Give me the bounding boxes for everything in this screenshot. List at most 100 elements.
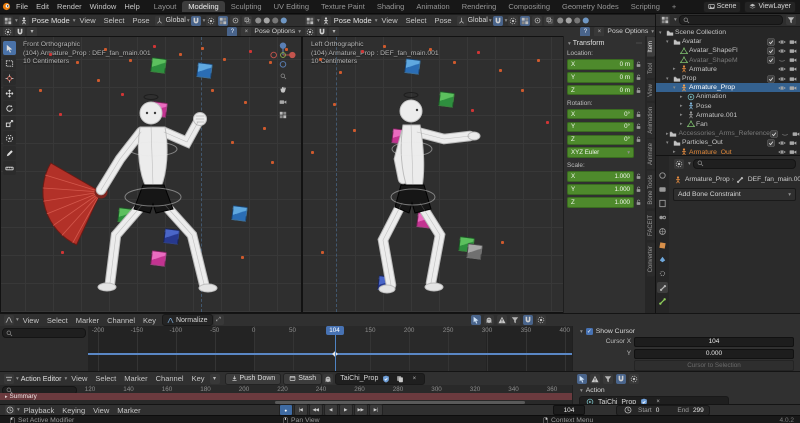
gizmo-toggle-icon[interactable] <box>520 16 530 26</box>
graph-menu-key[interactable]: Key <box>139 316 160 325</box>
range-clock-icon[interactable] <box>623 405 633 415</box>
ghost-icon[interactable] <box>484 315 494 325</box>
pivot-icon[interactable] <box>508 16 518 26</box>
dope-editor-caret[interactable]: ▾ <box>16 376 19 382</box>
lock-icon[interactable] <box>634 74 642 81</box>
rotation-x-field[interactable]: X0° <box>567 109 634 120</box>
dropdown-caret[interactable]: ▾ <box>788 192 791 198</box>
graph-menu-channel[interactable]: Channel <box>103 316 139 325</box>
outliner-row-accessories-arms-reference[interactable]: ▸Accessories_Arms_Reference <box>656 129 800 138</box>
editor-caret[interactable]: ▾ <box>317 18 320 24</box>
orientation-caret[interactable]: ▾ <box>489 18 492 24</box>
hide-eye-icon[interactable] <box>777 56 786 65</box>
camera-icon[interactable] <box>788 65 797 74</box>
lock-icon[interactable] <box>634 123 642 130</box>
timeline-menu-keying[interactable]: Keying <box>58 406 89 415</box>
properties-editor-icon[interactable] <box>674 159 684 169</box>
checkbox-icon[interactable] <box>766 37 775 46</box>
outliner-row-armature-prop[interactable]: ▾Armature_Prop <box>656 83 800 92</box>
snap-target-icon[interactable] <box>15 27 25 37</box>
shading-mode-icons[interactable] <box>254 16 288 25</box>
panel-caret[interactable]: ▾ <box>580 329 583 335</box>
options-icon[interactable]: ▾ <box>329 27 339 37</box>
timeline-menu-marker[interactable]: Marker <box>113 406 144 415</box>
workspace-tab-compositing[interactable]: Compositing <box>502 1 556 12</box>
outliner-row-avatar-shapefl[interactable]: Avatar_ShapeFl <box>656 46 800 55</box>
properties-caret[interactable]: ▾ <box>688 161 691 167</box>
filter-icon[interactable] <box>510 315 520 325</box>
panel-menu-icon[interactable]: ⋯ <box>636 40 642 47</box>
editor-mode-select[interactable]: Action Editor <box>21 374 62 383</box>
graph-canvas[interactable]: -200-150-100-50050150200250300350400104 <box>88 326 572 371</box>
unlink-action-icon[interactable]: × <box>409 374 419 384</box>
snap-magnet-icon[interactable] <box>493 16 503 26</box>
cursor-to-selection-button[interactable]: Cursor to Selection <box>634 360 794 371</box>
scale-z-field[interactable]: Z1.000 <box>567 197 634 208</box>
rotation-mode-dropdown[interactable]: XYZ Euler▾ <box>567 147 634 158</box>
overlay-toggle-icon[interactable] <box>230 16 240 26</box>
render-tab-icon[interactable] <box>657 184 668 195</box>
breadcrumb-object[interactable]: Armature_Prop <box>685 176 730 183</box>
dope-canvas[interactable]: 120140160180200220240260280300320340360▸… <box>0 385 572 404</box>
bone-constraint-tab-icon[interactable] <box>657 282 668 293</box>
scene-tab-icon[interactable] <box>657 212 668 223</box>
proportional-icon[interactable] <box>536 315 546 325</box>
camera-icon[interactable] <box>788 74 797 83</box>
graph-menu-select[interactable]: Select <box>43 316 72 325</box>
n-panel-tab-animate[interactable]: Animate <box>647 139 655 169</box>
scene-selector[interactable]: Scene <box>703 1 742 13</box>
copy-action-icon[interactable] <box>395 374 405 384</box>
outliner-row-avatar[interactable]: ▾Avatar <box>656 37 800 46</box>
cursor-toggle-icon[interactable] <box>471 315 481 325</box>
checkbox-icon[interactable] <box>766 138 775 147</box>
rotation-z-field[interactable]: Z0° <box>567 135 634 146</box>
camera-icon[interactable] <box>788 56 797 65</box>
n-panel-tab-bone-tools[interactable]: Bone Tools <box>647 171 655 209</box>
cursor-x-field[interactable]: 104 <box>634 337 794 348</box>
properties-search-input[interactable] <box>693 159 796 169</box>
n-panel-tab-faceit[interactable]: FACEIT <box>647 211 655 240</box>
normalize-toggle[interactable]: Normalize <box>162 314 213 326</box>
action-ghost-icon[interactable] <box>323 374 333 384</box>
modifier-tab-icon[interactable] <box>657 254 668 265</box>
eye-icon[interactable] <box>777 74 786 83</box>
graph-menu-view[interactable]: View <box>19 316 43 325</box>
n-panel-tab-tool[interactable]: Tool <box>647 59 655 78</box>
options-icon[interactable]: ▾ <box>27 27 37 37</box>
workspace-tab-animation[interactable]: Animation <box>410 1 455 12</box>
panel-collapse-caret[interactable]: ▾ <box>568 41 571 47</box>
dope-menu-key[interactable]: Key <box>188 374 209 383</box>
rotation-mode-caret[interactable]: ▾ <box>627 150 630 156</box>
graph-menu-marker[interactable]: Marker <box>72 316 103 325</box>
character-front[interactable] <box>1 37 302 313</box>
timeline-menu-view[interactable]: View <box>89 406 113 415</box>
checkbox-icon[interactable] <box>766 46 775 55</box>
mode-icon[interactable] <box>321 16 331 26</box>
lock-icon[interactable] <box>634 173 642 180</box>
proportional-edit-icon[interactable] <box>305 27 315 37</box>
pose-options-caret[interactable]: ▾ <box>651 29 654 35</box>
lock-icon[interactable] <box>634 111 642 118</box>
editor-type-icon[interactable] <box>305 16 315 26</box>
scale-y-field[interactable]: Y1.000 <box>567 184 634 195</box>
location-x-field[interactable]: X0 m <box>567 59 634 70</box>
camera-icon[interactable] <box>792 129 800 138</box>
outliner-row-avatar-shapem[interactable]: Avatar_ShapeM <box>656 56 800 65</box>
object-tab-icon[interactable] <box>657 240 668 251</box>
camera-icon[interactable] <box>788 138 797 147</box>
eye-icon[interactable] <box>777 46 786 55</box>
viewport-menu-select[interactable]: Select <box>402 16 431 25</box>
cursor-y-field[interactable]: 0.000 <box>634 349 794 360</box>
camera-icon[interactable] <box>788 37 797 46</box>
pose-options-dropdown[interactable]: Pose Options <box>607 28 648 35</box>
outliner-row-particles-out[interactable]: ▾Particles_Out <box>656 138 800 147</box>
lock-icon[interactable] <box>634 199 642 206</box>
dope-menu-marker[interactable]: Marker <box>120 374 151 383</box>
overlay-toggle-icon[interactable] <box>532 16 542 26</box>
snap-icon[interactable] <box>616 374 626 384</box>
outliner-row-animation[interactable]: ▸Animation <box>656 92 800 101</box>
pivot-icon[interactable] <box>206 16 216 26</box>
camera-icon[interactable] <box>788 46 797 55</box>
viewport-menu-select[interactable]: Select <box>100 16 129 25</box>
add-bone-constraint-button[interactable]: Add Bone Constraint▾ <box>673 188 796 201</box>
